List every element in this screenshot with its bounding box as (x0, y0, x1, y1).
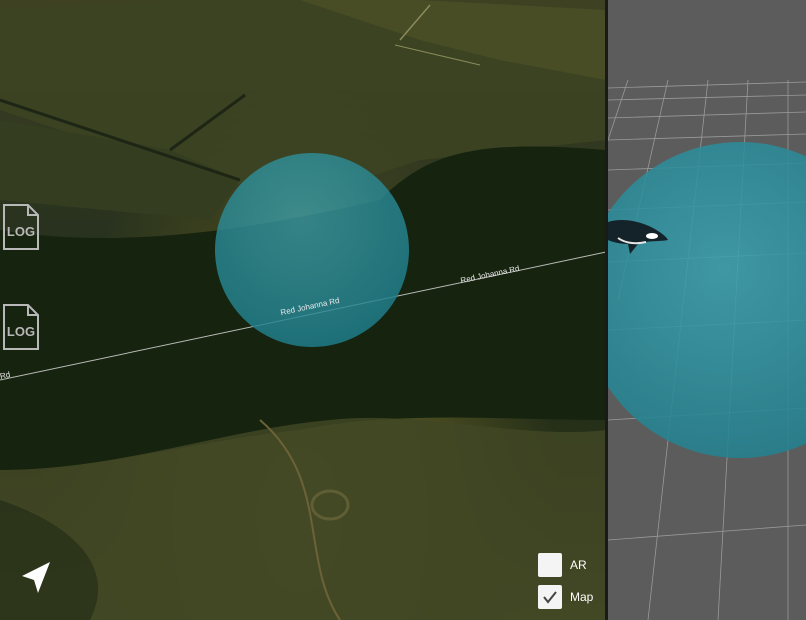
ar-toggle[interactable]: AR (538, 553, 587, 577)
map-checkbox[interactable] (538, 585, 562, 609)
map-toggle[interactable]: Map (538, 585, 593, 609)
scene-sphere[interactable] (608, 142, 806, 458)
ar-toggle-label: AR (570, 558, 587, 572)
navigation-arrow-icon[interactable] (18, 560, 54, 596)
map-toggle-label: Map (570, 590, 594, 604)
geofence-sphere[interactable] (215, 153, 409, 347)
log-file-icon[interactable]: LOG (2, 303, 40, 351)
scene-grid (608, 79, 806, 620)
svg-text:LOG: LOG (7, 224, 35, 239)
svg-text:LOG: LOG (7, 324, 35, 339)
checkmark-icon (543, 591, 557, 604)
log-file-icon[interactable]: LOG (2, 203, 40, 251)
satellite-map-view[interactable]: LOG LOG Red Johanna Rd Red Johanna Rd Rd… (0, 0, 606, 620)
3d-scene-view[interactable] (608, 0, 806, 620)
ar-checkbox[interactable] (538, 553, 562, 577)
